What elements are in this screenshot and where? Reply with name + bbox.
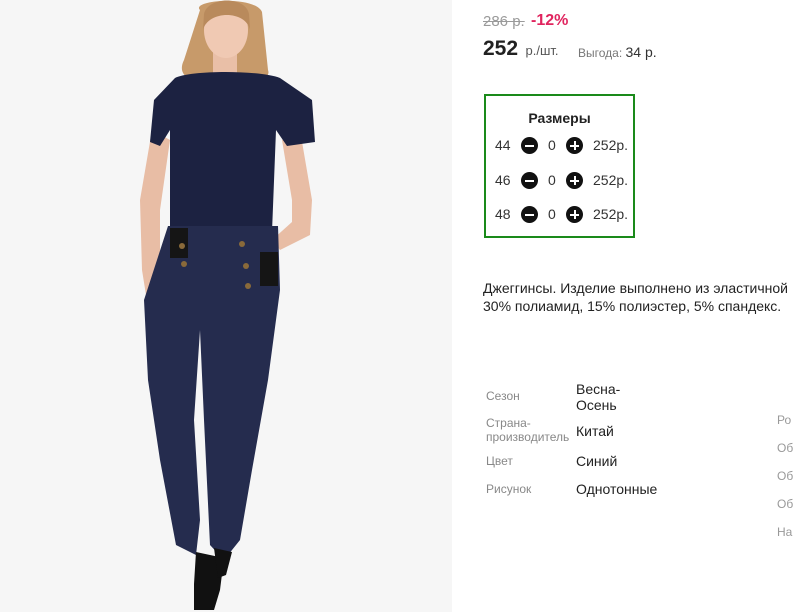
spec-label-country: Страна- производитель [486,416,569,444]
size-row-48: 48 0 252р. [494,206,634,224]
savings-value: 34 р. [625,44,657,60]
price-unit: р./шт. [525,43,559,58]
sizes-title: Размеры [528,110,591,126]
right-column-text: Об [777,497,794,511]
spec-label-line: Страна- [486,416,531,430]
old-price: 286 р. [483,13,525,30]
right-column-text: На [777,525,793,539]
size-row-44: 44 0 252р. [494,137,634,155]
spec-value-line: Весна- [576,381,621,397]
quantity-value: 0 [548,172,556,188]
spec-label-pattern: Рисунок [486,482,532,496]
minus-icon[interactable] [521,137,538,154]
sizes-panel: Размеры 44 0 252р. 46 0 252р. 48 0 252р. [484,94,635,238]
minus-icon[interactable] [521,172,538,189]
description-line: Джеггинсы. Изделие выполнено из эластичн… [483,280,789,296]
plus-icon[interactable] [566,172,583,189]
spec-label-line: производитель [486,430,570,444]
size-label: 44 [495,137,511,153]
size-row-46: 46 0 252р. [494,172,634,190]
right-column-text: Об [777,441,794,455]
quantity-value: 0 [548,206,556,222]
size-price: 252р. [593,172,629,188]
quantity-value: 0 [548,137,556,153]
product-description: Джеггинсы. Изделие выполнено из эластичн… [483,279,794,315]
right-column-text: Об [777,469,794,483]
size-price: 252р. [593,137,629,153]
spec-label-season: Сезон [486,389,520,403]
minus-icon[interactable] [521,206,538,223]
product-photo[interactable] [0,0,452,612]
spec-value-line: Осень [576,397,617,413]
size-price: 252р. [593,206,629,222]
size-label: 46 [495,172,511,188]
spec-value-country: Китай [576,423,614,439]
spec-value-pattern: Однотонные [576,481,658,497]
savings-label: Выгода: [578,46,623,60]
current-price: 252 [483,37,519,60]
spec-value-color: Синий [576,453,618,469]
plus-icon[interactable] [566,137,583,154]
savings: Выгода: 34 р. [578,44,657,60]
model-wearing-jeggings [140,0,315,610]
size-label: 48 [495,206,511,222]
price-row: 252 р./шт. Выгода: 34 р. [483,37,657,61]
description-line: 30% полиамид, 15% полиэстер, 5% спандекс… [483,298,782,314]
spec-value-season: Весна- Осень [576,381,620,413]
plus-icon[interactable] [566,206,583,223]
spec-label-color: Цвет [486,454,513,468]
discount-badge: -12% [531,12,569,29]
right-column-text: Ро [777,413,792,427]
